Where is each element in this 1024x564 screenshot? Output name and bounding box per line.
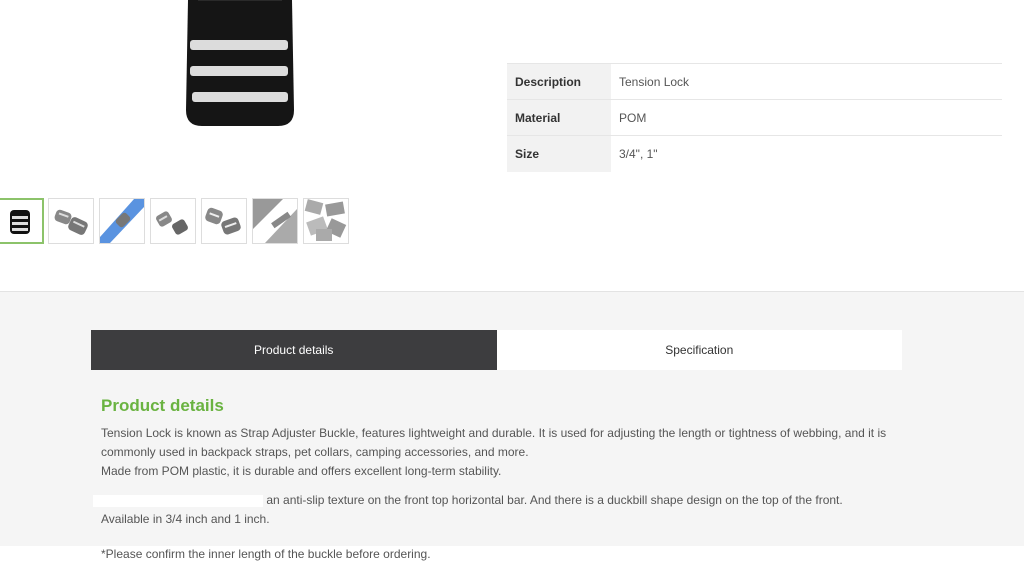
- spec-value: 3/4", 1": [619, 146, 658, 161]
- spec-row-size: Size 3/4", 1": [507, 135, 1002, 172]
- tab-product-details[interactable]: Product details: [91, 330, 497, 370]
- spec-value: POM: [619, 110, 647, 125]
- product-details-content: Product details Tension Lock is known as…: [93, 396, 901, 564]
- product-tabs: Product details Specification: [91, 330, 902, 370]
- spec-label: Size: [507, 135, 611, 172]
- spec-table: Description Tension Lock Material POM Si…: [507, 63, 1002, 172]
- thumb-buckle-closeup[interactable]: [252, 198, 298, 244]
- spec-label: Material: [507, 99, 611, 136]
- spec-row-material: Material POM: [507, 99, 1002, 136]
- thumb-gray-buckle-front[interactable]: [201, 198, 247, 244]
- tab-specification[interactable]: Specification: [496, 330, 902, 370]
- thumb-black-buckle[interactable]: [0, 198, 44, 244]
- spec-value: Tension Lock: [619, 74, 690, 89]
- feature-paragraph: an anti-slip texture on the front top ho…: [93, 491, 901, 529]
- section-heading: Product details: [101, 396, 224, 415]
- description-line-3: Made from POM plastic, it is durable and…: [101, 464, 502, 478]
- thumb-gray-buckle-angled[interactable]: [150, 198, 196, 244]
- thumb-blue-strap[interactable]: [99, 198, 145, 244]
- feature-line-1: an anti-slip texture on the front top ho…: [266, 493, 843, 507]
- ordering-note: *Please confirm the inner length of the …: [101, 547, 431, 561]
- thumb-gray-buckle-pair[interactable]: [48, 198, 94, 244]
- spec-row-description: Description Tension Lock: [507, 63, 1002, 100]
- product-top-section: Description Tension Lock Material POM Si…: [0, 0, 1024, 291]
- main-product-image[interactable]: [170, 0, 310, 135]
- product-info-section: Product details Specification Product de…: [0, 291, 1024, 561]
- redacted-block: [93, 494, 263, 507]
- thumb-buckle-pile[interactable]: [303, 198, 349, 244]
- description-line-1: Tension Lock is known as Strap Adjuster …: [101, 426, 887, 440]
- spec-label: Description: [507, 63, 611, 100]
- description-line-2: commonly used in backpack straps, pet co…: [101, 445, 529, 459]
- feature-line-2: Available in 3/4 inch and 1 inch.: [101, 512, 270, 526]
- description-paragraph: Tension Lock is known as Strap Adjuster …: [101, 424, 901, 481]
